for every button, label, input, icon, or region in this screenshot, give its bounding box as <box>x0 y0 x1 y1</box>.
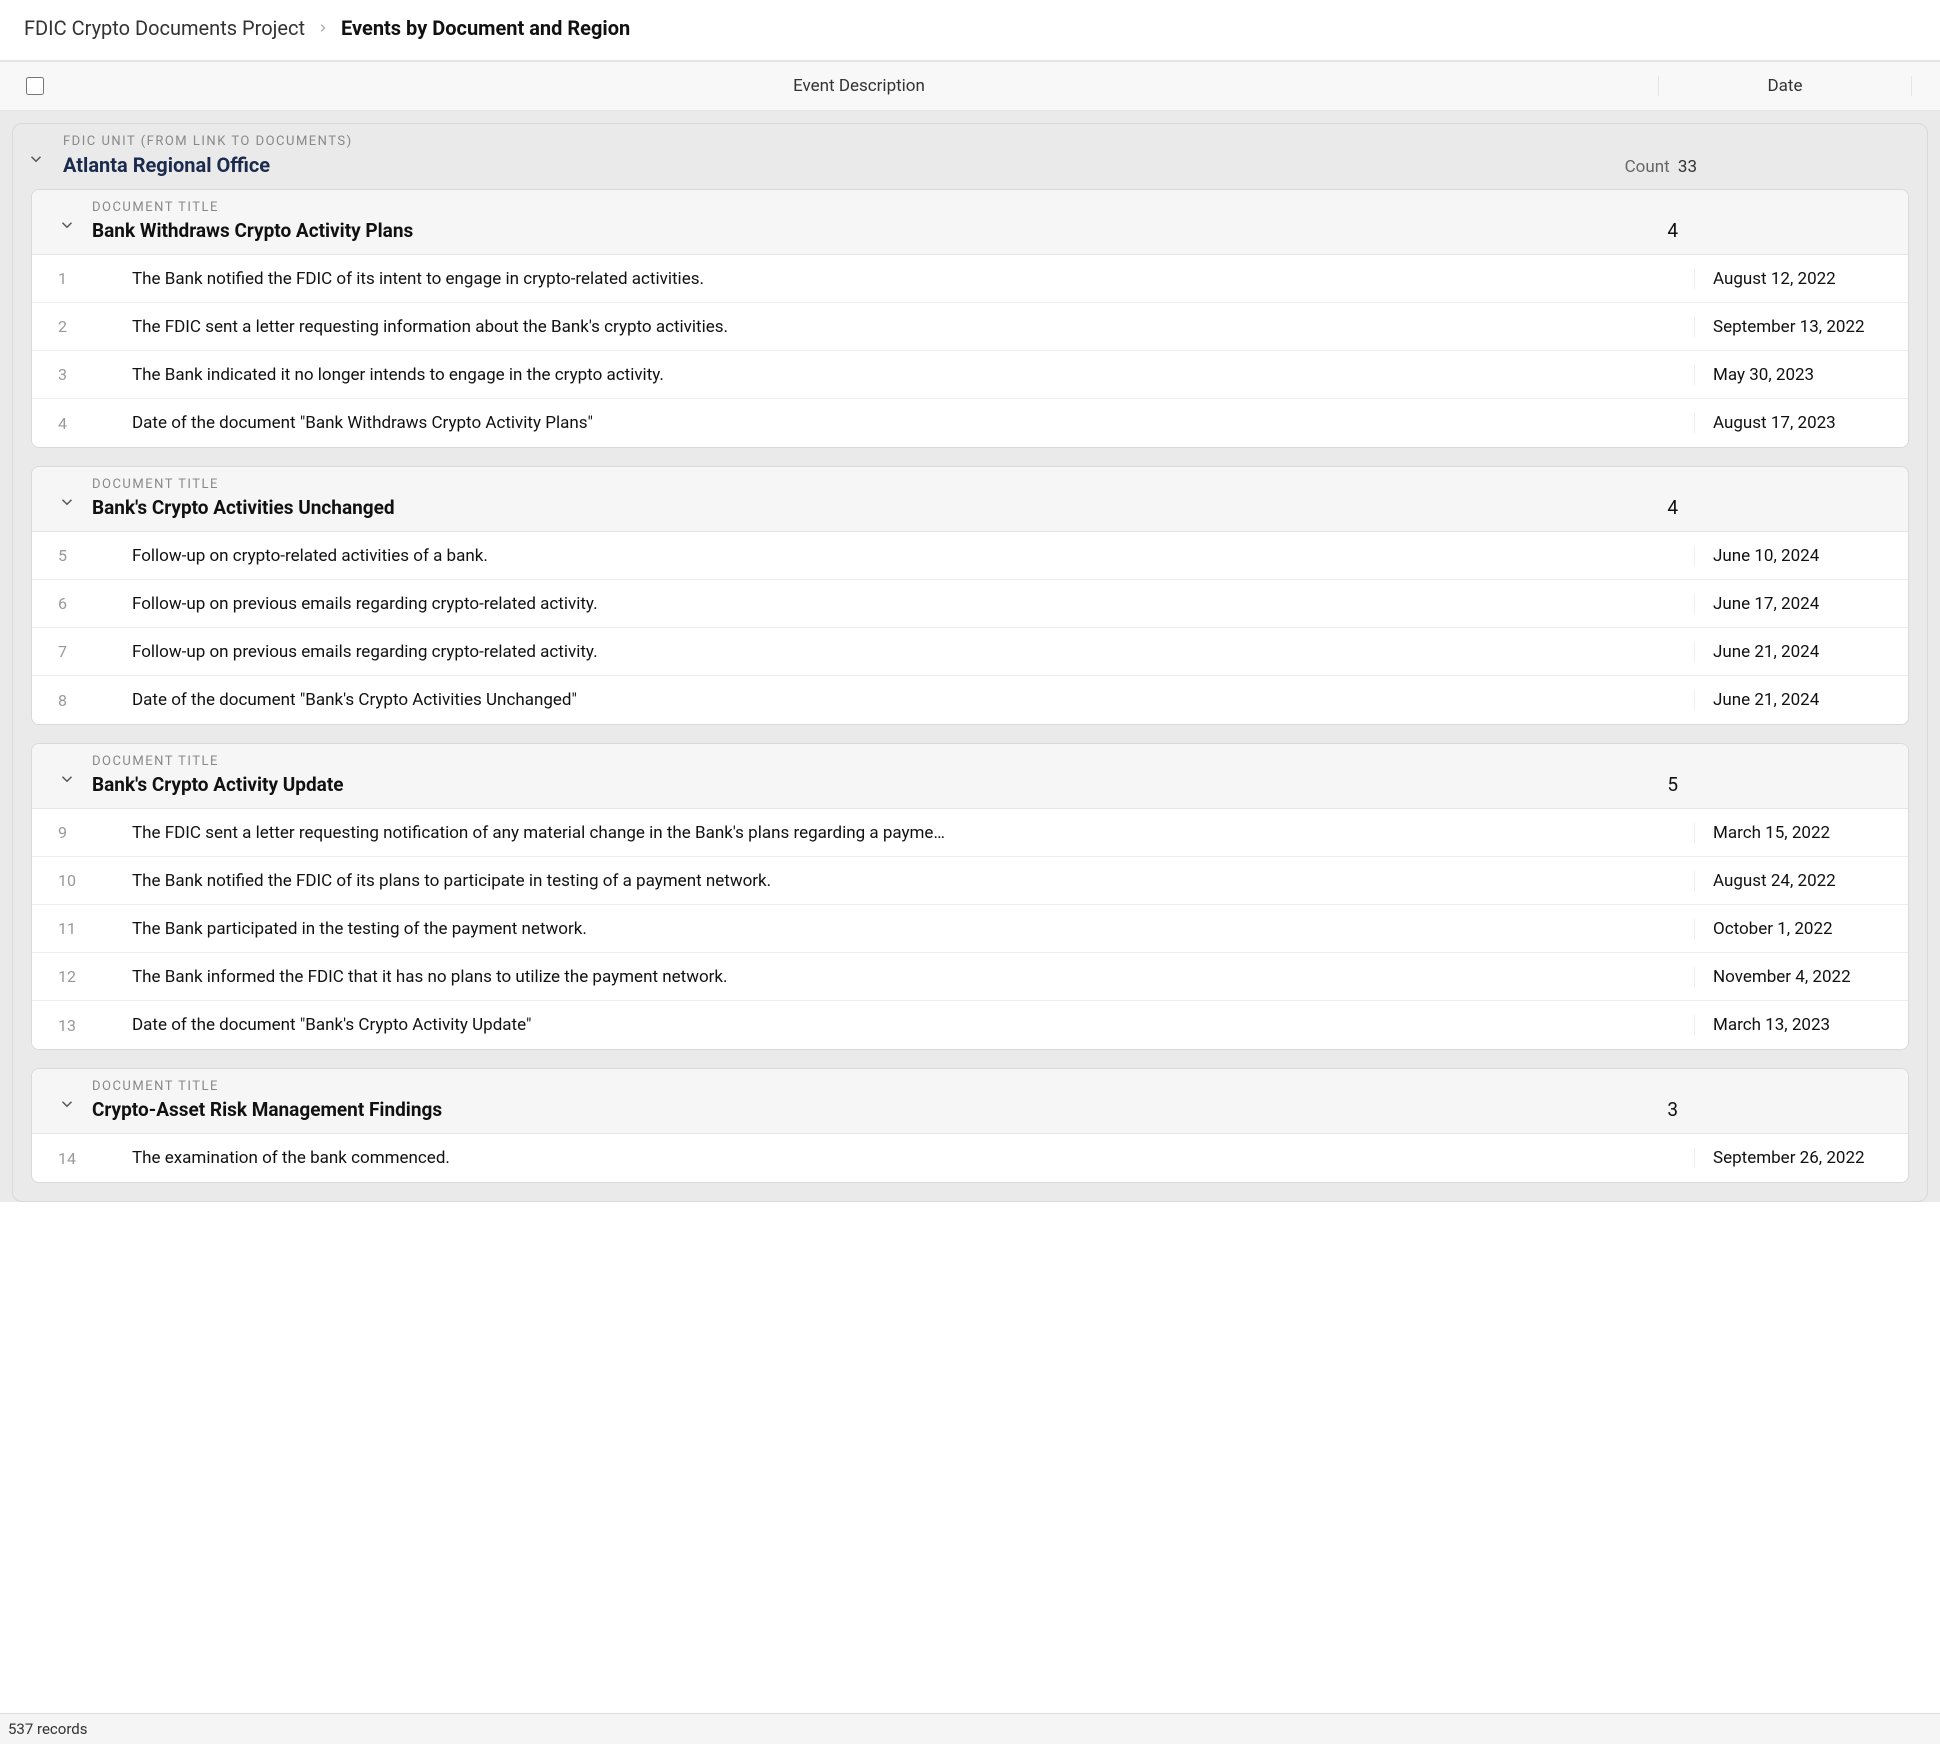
event-description-cell[interactable]: The examination of the bank commenced. <box>102 1148 1695 1168</box>
document-count: 5 <box>1667 773 1678 796</box>
event-description-cell[interactable]: The Bank participated in the testing of … <box>102 919 1695 939</box>
row-number: 5 <box>32 546 102 565</box>
row-number: 14 <box>32 1149 102 1168</box>
document-field-label: DOCUMENT TITLE <box>92 200 1890 215</box>
date-cell[interactable]: June 21, 2024 <box>1695 642 1908 662</box>
event-description-cell[interactable]: Date of the document "Bank's Crypto Acti… <box>102 1015 1695 1035</box>
row-number: 13 <box>32 1016 102 1035</box>
region-field-label: FDIC UNIT (FROM LINK TO DOCUMENTS) <box>63 134 1909 149</box>
document-title: Crypto-Asset Risk Management Findings <box>92 1098 1890 1121</box>
table-row[interactable]: 4Date of the document "Bank Withdraws Cr… <box>32 399 1908 447</box>
document-field-label: DOCUMENT TITLE <box>92 1079 1890 1094</box>
document-field-label: DOCUMENT TITLE <box>92 477 1890 492</box>
event-description-cell[interactable]: The Bank indicated it no longer intends … <box>102 365 1695 385</box>
table-row[interactable]: 1The Bank notified the FDIC of its inten… <box>32 255 1908 303</box>
row-number: 2 <box>32 317 102 336</box>
row-number: 9 <box>32 823 102 842</box>
chevron-down-icon[interactable] <box>58 216 76 238</box>
table-row[interactable]: 11The Bank participated in the testing o… <box>32 905 1908 953</box>
grid-area: FDIC UNIT (FROM LINK TO DOCUMENTS)Atlant… <box>0 111 1940 1202</box>
region-header[interactable]: FDIC UNIT (FROM LINK TO DOCUMENTS)Atlant… <box>13 124 1927 189</box>
document-group: DOCUMENT TITLE Bank Withdraws Crypto Acti… <box>31 189 1909 448</box>
region-group: FDIC UNIT (FROM LINK TO DOCUMENTS)Atlant… <box>12 123 1928 1202</box>
event-description-cell[interactable]: The Bank notified the FDIC of its plans … <box>102 871 1695 891</box>
chevron-right-icon <box>317 18 329 39</box>
date-cell[interactable]: March 13, 2023 <box>1695 1015 1908 1035</box>
row-number: 3 <box>32 365 102 384</box>
date-cell[interactable]: June 21, 2024 <box>1695 690 1908 710</box>
date-cell[interactable]: November 4, 2022 <box>1695 967 1908 987</box>
event-description-cell[interactable]: The Bank informed the FDIC that it has n… <box>102 967 1695 987</box>
event-description-cell[interactable]: Follow-up on previous emails regarding c… <box>102 642 1695 662</box>
document-header[interactable]: DOCUMENT TITLE Bank's Crypto Activity Upd… <box>32 744 1908 809</box>
document-header[interactable]: DOCUMENT TITLE Bank's Crypto Activities U… <box>32 467 1908 532</box>
document-count: 3 <box>1667 1098 1678 1121</box>
table-row[interactable]: 10The Bank notified the FDIC of its plan… <box>32 857 1908 905</box>
event-description-cell[interactable]: Date of the document "Bank's Crypto Acti… <box>102 690 1695 710</box>
table-row[interactable]: 5Follow-up on crypto-related activities … <box>32 532 1908 580</box>
table-row[interactable]: 8Date of the document "Bank's Crypto Act… <box>32 676 1908 724</box>
document-title: Bank's Crypto Activities Unchanged <box>92 496 1890 519</box>
document-count: 4 <box>1667 496 1678 519</box>
document-group: DOCUMENT TITLE Bank's Crypto Activities U… <box>31 466 1909 725</box>
date-cell[interactable]: September 26, 2022 <box>1695 1148 1908 1168</box>
table-row[interactable]: 14The examination of the bank commenced.… <box>32 1134 1908 1182</box>
date-cell[interactable]: August 17, 2023 <box>1695 413 1908 433</box>
event-description-cell[interactable]: Follow-up on crypto-related activities o… <box>102 546 1695 566</box>
record-count: 537 records <box>8 1720 87 1738</box>
table-row[interactable]: 6Follow-up on previous emails regarding … <box>32 580 1908 628</box>
document-title: Bank Withdraws Crypto Activity Plans <box>92 219 1890 242</box>
date-cell[interactable]: May 30, 2023 <box>1695 365 1908 385</box>
select-all-cell <box>0 77 70 95</box>
table-row[interactable]: 7Follow-up on previous emails regarding … <box>32 628 1908 676</box>
event-description-cell[interactable]: The FDIC sent a letter requesting notifi… <box>102 823 1695 843</box>
row-number: 10 <box>32 871 102 890</box>
chevron-down-icon[interactable] <box>27 150 45 172</box>
event-description-cell[interactable]: Date of the document "Bank Withdraws Cry… <box>102 413 1695 433</box>
row-number: 4 <box>32 414 102 433</box>
date-cell[interactable]: June 17, 2024 <box>1695 594 1908 614</box>
date-cell[interactable]: June 10, 2024 <box>1695 546 1908 566</box>
breadcrumb-view[interactable]: Events by Document and Region <box>341 16 630 40</box>
footer: 537 records <box>0 1713 1940 1744</box>
chevron-down-icon[interactable] <box>58 1095 76 1117</box>
select-all-checkbox[interactable] <box>26 77 44 95</box>
column-header-description[interactable]: Event Description <box>70 76 1659 96</box>
document-count: 4 <box>1667 219 1678 242</box>
column-headers: Event Description Date <box>0 61 1940 111</box>
table-row[interactable]: 13Date of the document "Bank's Crypto Ac… <box>32 1001 1908 1049</box>
row-number: 1 <box>32 269 102 288</box>
table-row[interactable]: 2The FDIC sent a letter requesting infor… <box>32 303 1908 351</box>
region-count: Count 33 <box>1625 157 1697 177</box>
date-cell[interactable]: August 24, 2022 <box>1695 871 1908 891</box>
breadcrumb-project[interactable]: FDIC Crypto Documents Project <box>24 16 305 40</box>
row-number: 11 <box>32 919 102 938</box>
event-description-cell[interactable]: The Bank notified the FDIC of its intent… <box>102 269 1695 289</box>
row-number: 6 <box>32 594 102 613</box>
event-description-cell[interactable]: Follow-up on previous emails regarding c… <box>102 594 1695 614</box>
table-row[interactable]: 3The Bank indicated it no longer intends… <box>32 351 1908 399</box>
table-row[interactable]: 12The Bank informed the FDIC that it has… <box>32 953 1908 1001</box>
date-cell[interactable]: October 1, 2022 <box>1695 919 1908 939</box>
row-number: 7 <box>32 642 102 661</box>
row-number: 12 <box>32 967 102 986</box>
date-cell[interactable]: March 15, 2022 <box>1695 823 1908 843</box>
document-title: Bank's Crypto Activity Update <box>92 773 1890 796</box>
document-group: DOCUMENT TITLE Crypto-Asset Risk Manageme… <box>31 1068 1909 1183</box>
document-header[interactable]: DOCUMENT TITLE Bank Withdraws Crypto Acti… <box>32 190 1908 255</box>
date-cell[interactable]: September 13, 2022 <box>1695 317 1908 337</box>
chevron-down-icon[interactable] <box>58 770 76 792</box>
event-description-cell[interactable]: The FDIC sent a letter requesting inform… <box>102 317 1695 337</box>
document-group: DOCUMENT TITLE Bank's Crypto Activity Upd… <box>31 743 1909 1050</box>
date-cell[interactable]: August 12, 2022 <box>1695 269 1908 289</box>
table-row[interactable]: 9The FDIC sent a letter requesting notif… <box>32 809 1908 857</box>
column-header-date[interactable]: Date <box>1659 76 1912 96</box>
chevron-down-icon[interactable] <box>58 493 76 515</box>
document-header[interactable]: DOCUMENT TITLE Crypto-Asset Risk Manageme… <box>32 1069 1908 1134</box>
breadcrumb: FDIC Crypto Documents Project Events by … <box>0 0 1940 61</box>
row-number: 8 <box>32 691 102 710</box>
document-field-label: DOCUMENT TITLE <box>92 754 1890 769</box>
